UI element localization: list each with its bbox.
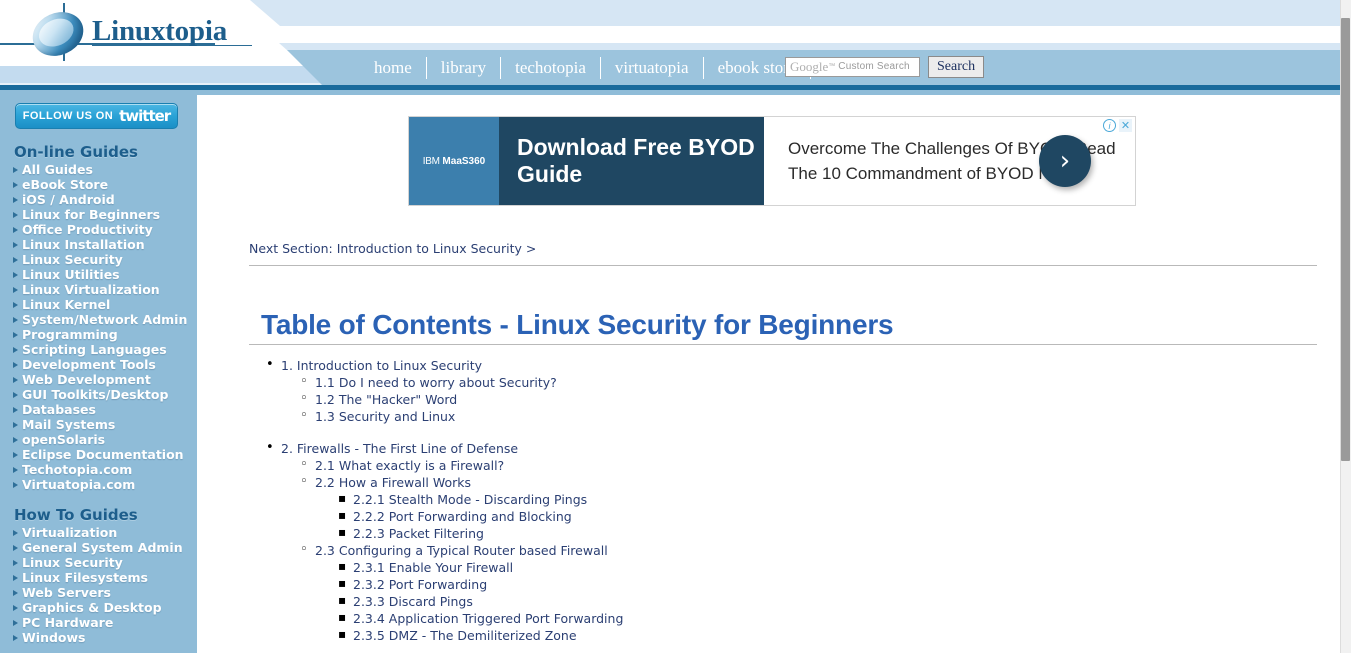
ad-headline-panel: Download Free BYOD Guide (499, 117, 764, 205)
advertisement-banner[interactable]: IBM MaaS360 Download Free BYOD Guide Ove… (408, 116, 1136, 206)
sidebar-item-virtualization[interactable]: Virtualization (0, 525, 197, 540)
toc-item-2-3-2[interactable]: 2.3.2 Port Forwarding (249, 575, 1249, 593)
sidebar-item-ebook-store[interactable]: eBook Store (0, 177, 197, 192)
sidebar-item-linux-installation[interactable]: Linux Installation (0, 237, 197, 252)
scrollbar-thumb[interactable] (1341, 18, 1350, 461)
sidebar-item-databases[interactable]: Databases (0, 402, 197, 417)
toc-item-2-3[interactable]: 2.3 Configuring a Typical Router based F… (249, 541, 1249, 559)
toc-item-2-3-5[interactable]: 2.3.5 DMZ - The Demiliterized Zone (249, 626, 1249, 644)
sidebar-item-linux-for-beginners[interactable]: Linux for Beginners (0, 207, 197, 222)
sidebar-item-programming[interactable]: Programming (0, 327, 197, 342)
site-header: Linuxtopia home library techotopia virtu… (0, 0, 1340, 95)
ad-body-panel: Overcome The Challenges Of BYOD. Read Th… (764, 117, 1135, 205)
sidebar-item-pc-hardware[interactable]: PC Hardware (0, 615, 197, 630)
sidebar-item-all-guides[interactable]: All Guides (0, 162, 197, 177)
chevron-right-icon: › (1059, 146, 1071, 176)
nav-item-library[interactable]: library (427, 56, 502, 79)
google-logo-text: Google (790, 59, 829, 74)
ad-sponsor-maas: MaaS360 (442, 155, 486, 167)
toc-item-2-2-1[interactable]: 2.2.1 Stealth Mode - Discarding Pings (249, 490, 1249, 508)
next-section-link[interactable]: Next Section: Introduction to Linux Secu… (249, 241, 536, 256)
ad-sponsor-logo: IBM MaaS360 (409, 117, 499, 205)
sidebar-item-web-servers[interactable]: Web Servers (0, 585, 197, 600)
twitter-logo-icon: twitter (119, 107, 171, 125)
toc-item-2[interactable]: 2. Firewalls - The First Line of Defense (249, 439, 1249, 457)
sidebar-item-mail-systems[interactable]: Mail Systems (0, 417, 197, 432)
search-input[interactable]: Google ™ Custom Search (785, 57, 920, 77)
toc-item-2-2-2[interactable]: 2.2.2 Port Forwarding and Blocking (249, 507, 1249, 525)
sidebar-item-development-tools[interactable]: Development Tools (0, 357, 197, 372)
page-title: Table of Contents - Linux Security for B… (261, 309, 894, 340)
toc-item-2-2[interactable]: 2.2 How a Firewall Works (249, 473, 1249, 491)
toc-item-1[interactable]: 1. Introduction to Linux Security (249, 356, 1249, 374)
sidebar-group-online-guides: On-line Guides All Guides eBook Store iO… (0, 143, 197, 492)
ad-controls: i ✕ (1103, 119, 1132, 132)
sidebar-item-eclipse-documentation[interactable]: Eclipse Documentation (0, 447, 197, 462)
follow-label: FOLLOW US ON (22, 110, 114, 122)
table-of-contents: 1. Introduction to Linux Security 1.1 Do… (249, 356, 1249, 644)
sidebar-item-linux-kernel[interactable]: Linux Kernel (0, 297, 197, 312)
nav-item-virtuatopia[interactable]: virtuatopia (601, 56, 704, 79)
divider-below-title (249, 344, 1317, 345)
ad-close-icon[interactable]: ✕ (1119, 119, 1132, 132)
nav-item-home[interactable]: home (360, 56, 427, 79)
main-content: IBM MaaS360 Download Free BYOD Guide Ove… (197, 95, 1340, 653)
ad-sponsor-ibm: IBM (422, 155, 440, 167)
logo-disc-icon (25, 4, 91, 64)
sidebar-item-office-productivity[interactable]: Office Productivity (0, 222, 197, 237)
sidebar-group-how-to-guides: How To Guides Virtualization General Sys… (0, 506, 197, 645)
search-button[interactable]: Search (928, 56, 985, 78)
sidebar-item-ios-android[interactable]: iOS / Android (0, 192, 197, 207)
nav-item-techotopia[interactable]: techotopia (501, 56, 601, 79)
sidebar-item-linux-security[interactable]: Linux Security (0, 252, 197, 267)
follow-twitter-button[interactable]: FOLLOW US ON twitter (15, 103, 178, 129)
toc-item-1-3[interactable]: 1.3 Security and Linux (249, 407, 1249, 425)
page-root: Linuxtopia home library techotopia virtu… (0, 0, 1351, 653)
header-band-upper (250, 0, 1340, 26)
sidebar-item-opensolaris[interactable]: openSolaris (0, 432, 197, 447)
sidebar-item-linux-filesystems[interactable]: Linux Filesystems (0, 570, 197, 585)
toc-item-2-1[interactable]: 2.1 What exactly is a Firewall? (249, 456, 1249, 474)
toc-item-2-3-4[interactable]: 2.3.4 Application Triggered Port Forward… (249, 609, 1249, 627)
sidebar-item-techotopia-com[interactable]: Techotopia.com (0, 462, 197, 477)
sidebar-heading-how-to-guides: How To Guides (14, 506, 138, 524)
divider-above-title (249, 265, 1317, 266)
page-scrollbar[interactable] (1340, 0, 1351, 653)
search-placeholder: Custom Search (838, 61, 910, 72)
ad-headline: Download Free BYOD Guide (517, 134, 755, 187)
search-area: Google ™ Custom Search Search (785, 56, 985, 78)
sidebar-item-scripting-languages[interactable]: Scripting Languages (0, 342, 197, 357)
sidebar-item-general-system-admin[interactable]: General System Admin (0, 540, 197, 555)
sidebar-item-windows[interactable]: Windows (0, 630, 197, 645)
ad-sponsor-text: IBM MaaS360 (423, 156, 485, 167)
ad-next-arrow-button[interactable]: › (1039, 135, 1091, 187)
toc-item-2-3-3[interactable]: 2.3.3 Discard Pings (249, 592, 1249, 610)
adchoices-info-icon[interactable]: i (1103, 119, 1116, 132)
toc-item-1-1[interactable]: 1.1 Do I need to worry about Security? (249, 373, 1249, 391)
sidebar-item-web-development[interactable]: Web Development (0, 372, 197, 387)
trademark-icon: ™ (828, 63, 836, 70)
sidebar-heading-online-guides: On-line Guides (14, 143, 138, 161)
sidebar-item-howto-linux-security[interactable]: Linux Security (0, 555, 197, 570)
toc-item-2-3-1[interactable]: 2.3.1 Enable Your Firewall (249, 558, 1249, 576)
sidebar-item-gui-toolkits-desktop[interactable]: GUI Toolkits/Desktop (0, 387, 197, 402)
toc-item-1-2[interactable]: 1.2 The "Hacker" Word (249, 390, 1249, 408)
sidebar-item-linux-utilities[interactable]: Linux Utilities (0, 267, 197, 282)
sidebar: FOLLOW US ON twitter On-line Guides All … (0, 95, 197, 653)
sidebar-item-linux-virtualization[interactable]: Linux Virtualization (0, 282, 197, 297)
sidebar-item-virtuatopia-com[interactable]: Virtuatopia.com (0, 477, 197, 492)
logo-text: Linuxtopia (92, 15, 227, 47)
toc-spacer (249, 425, 1249, 440)
toc-item-2-2-3[interactable]: 2.2.3 Packet Filtering (249, 524, 1249, 542)
main-navigation: home library techotopia virtuatopia eboo… (360, 50, 812, 85)
sidebar-item-graphics-desktop[interactable]: Graphics & Desktop (0, 600, 197, 615)
site-logo[interactable]: Linuxtopia (0, 3, 294, 67)
sidebar-item-system-network-admin[interactable]: System/Network Admin (0, 312, 197, 327)
